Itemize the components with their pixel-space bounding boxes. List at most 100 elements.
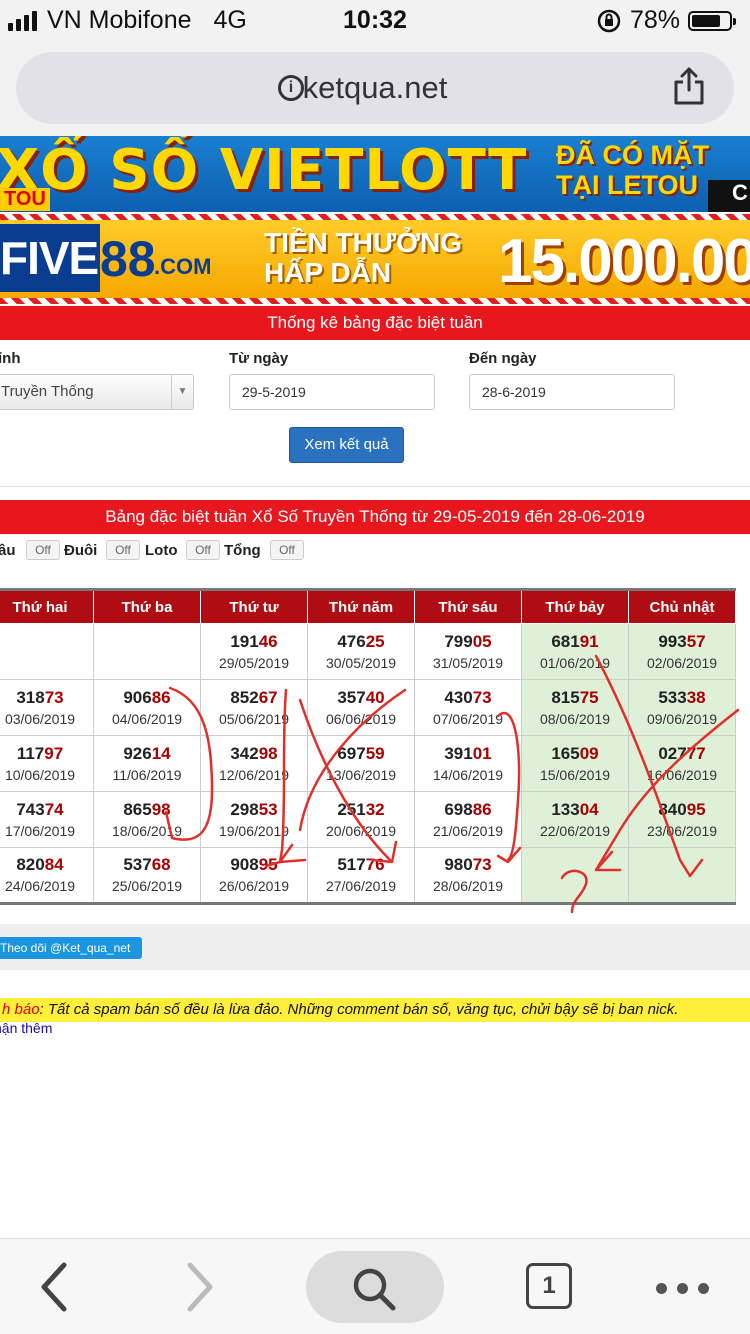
filter-toggles: ầu Off Đuôi Off Loto Off Tổng Off xyxy=(0,538,750,564)
share-icon[interactable] xyxy=(672,66,706,106)
url-bar[interactable]: i ketqua.net xyxy=(16,52,734,124)
chevron-down-icon: ▼ xyxy=(171,375,193,409)
number-tail-digits: 04 xyxy=(579,799,599,819)
special-prize-number: 39101 xyxy=(415,743,521,765)
number-head-digits: 298 xyxy=(230,799,259,819)
table-row: 11797 10/06/2019 92614 11/06/2019 34298 12/06… xyxy=(0,735,736,792)
toggle-tong[interactable]: Off xyxy=(270,540,304,560)
result-cell: 43073 07/06/2019 xyxy=(414,679,522,736)
column-header: Thứ hai xyxy=(0,588,94,624)
draw-date: 22/06/2019 xyxy=(539,822,611,839)
number-head-digits: 342 xyxy=(230,743,259,763)
special-prize-number: 86598 xyxy=(94,799,200,821)
draw-date: 07/06/2019 xyxy=(432,710,504,727)
toggle-duoi[interactable]: Off xyxy=(106,540,140,560)
result-cell: 02777 16/06/2019 xyxy=(628,735,736,792)
number-head-digits: 980 xyxy=(444,855,473,874)
tabs-icon[interactable]: 1 xyxy=(526,1263,572,1309)
browser-chrome: i ketqua.net xyxy=(0,40,750,136)
special-prize-number: 43073 xyxy=(415,687,521,709)
special-prize-number: 02777 xyxy=(629,743,735,765)
result-cell: 82084 24/06/2019 xyxy=(0,847,94,905)
toggle-label-tong: Tổng xyxy=(224,542,261,559)
view-results-button[interactable]: Xem kết quả xyxy=(289,427,404,463)
result-cell: 34298 12/06/2019 xyxy=(200,735,308,792)
result-cell xyxy=(0,623,94,680)
number-tail-digits: 77 xyxy=(686,743,706,763)
screen: VN Mobifone 4G 10:32 78% i ketqua.net XỔ… xyxy=(0,0,750,1334)
back-icon[interactable] xyxy=(36,1261,72,1313)
five88-banner[interactable]: FIVE 88 .COM TIỀN THƯỞNG HẤP DẪN 15.000.… xyxy=(0,214,750,304)
search-button[interactable] xyxy=(306,1251,444,1323)
result-cell: 79905 31/05/2019 xyxy=(414,623,522,680)
result-cell xyxy=(93,623,201,680)
read-more-link[interactable]: hận thêm xyxy=(0,1020,52,1036)
result-cell: 11797 10/06/2019 xyxy=(0,735,94,792)
vietlott-banner[interactable]: XỔ SỐ VIETLOTT ĐÃ CÓ MẶT TẠI LETOU TOU C xyxy=(0,136,750,212)
special-prize-number: 68191 xyxy=(522,631,628,653)
special-prize-number: 98073 xyxy=(415,854,521,876)
column-header: Chủ nhật xyxy=(628,588,736,624)
special-prize-number: 19146 xyxy=(201,631,307,653)
number-head-digits: 926 xyxy=(123,743,152,763)
draw-date: 26/06/2019 xyxy=(218,878,290,894)
number-tail-digits: 84 xyxy=(44,855,64,874)
vietlott-banner-tag: TOU xyxy=(0,188,50,211)
special-prize-number: 85267 xyxy=(201,687,307,709)
province-select[interactable]: Truyền Thống ▼ xyxy=(0,374,194,410)
result-cell: 19146 29/05/2019 xyxy=(200,623,308,680)
number-tail-digits: 09 xyxy=(579,743,599,763)
status-bar: VN Mobifone 4G 10:32 78% xyxy=(0,0,750,40)
special-prize-number: 92614 xyxy=(94,743,200,765)
number-tail-digits: 32 xyxy=(365,799,385,819)
result-cell: 98073 28/06/2019 xyxy=(414,847,522,905)
url-text[interactable]: ketqua.net xyxy=(16,70,734,106)
table-header-row: Thứ hai Thứ ba Thứ tư Thứ năm Thứ sáu Thứ bảy… xyxy=(0,588,736,624)
result-cell: 68191 01/06/2019 xyxy=(521,623,629,680)
draw-date: 16/06/2019 xyxy=(646,766,718,783)
table-body: 19146 29/05/2019 47625 30/05/2019 79905 31/05… xyxy=(0,623,736,905)
special-prize-number: 69886 xyxy=(415,799,521,821)
special-prize-number: 11797 xyxy=(0,743,93,765)
number-tail-digits: 98 xyxy=(151,799,171,819)
draw-date: 31/05/2019 xyxy=(432,654,504,671)
from-date-label: Từ ngày xyxy=(229,350,289,367)
number-head-digits: 027 xyxy=(658,743,687,763)
number-tail-digits: 95 xyxy=(686,799,706,819)
draw-date: 10/06/2019 xyxy=(4,766,76,783)
five88-banner-body: FIVE 88 .COM TIỀN THƯỞNG HẤP DẪN 15.000.… xyxy=(0,220,750,298)
number-tail-digits: 73 xyxy=(472,687,492,707)
from-date-input[interactable]: 29-5-2019 xyxy=(229,374,435,410)
number-head-digits: 993 xyxy=(658,631,687,651)
special-prize-number: 69759 xyxy=(308,743,414,765)
result-cell: 31873 03/06/2019 xyxy=(0,679,94,736)
draw-date: 28/06/2019 xyxy=(432,878,504,894)
number-tail-digits: 68 xyxy=(151,855,171,874)
to-date-input[interactable]: 28-6-2019 xyxy=(469,374,675,410)
toggle-label-dau: ầu xyxy=(0,542,16,559)
special-prize-number: 84095 xyxy=(629,799,735,821)
special-prize-number: 34298 xyxy=(201,743,307,765)
more-icon[interactable] xyxy=(656,1283,709,1294)
stats-heading: Thống kê bảng đặc biệt tuần xyxy=(0,306,750,340)
result-cell: 81575 08/06/2019 xyxy=(521,679,629,736)
draw-date: 24/06/2019 xyxy=(4,878,76,894)
five88-logo-number: 88 xyxy=(100,231,156,287)
forward-icon[interactable] xyxy=(182,1261,218,1313)
number-head-digits: 318 xyxy=(16,687,45,707)
toggle-dau[interactable]: Off xyxy=(26,540,60,560)
result-cell: 90895 26/06/2019 xyxy=(200,847,308,905)
result-cell: 90686 04/06/2019 xyxy=(93,679,201,736)
result-cell: 84095 23/06/2019 xyxy=(628,791,736,848)
draw-date: 08/06/2019 xyxy=(539,710,611,727)
five88-logo: FIVE xyxy=(0,224,100,292)
number-tail-digits: 40 xyxy=(365,687,385,707)
result-cell: 16509 15/06/2019 xyxy=(521,735,629,792)
column-header: Thứ bảy xyxy=(521,588,629,624)
twitter-follow-button[interactable]: Theo dõi @Ket_qua_net xyxy=(0,937,143,959)
special-prize-number: 16509 xyxy=(522,743,628,765)
number-tail-digits: 05 xyxy=(472,631,492,651)
warning-text: : Tất cả spam bán số đều là lừa đảo. Nhữ… xyxy=(39,1001,679,1018)
number-head-digits: 357 xyxy=(337,687,366,707)
toggle-loto[interactable]: Off xyxy=(186,540,220,560)
